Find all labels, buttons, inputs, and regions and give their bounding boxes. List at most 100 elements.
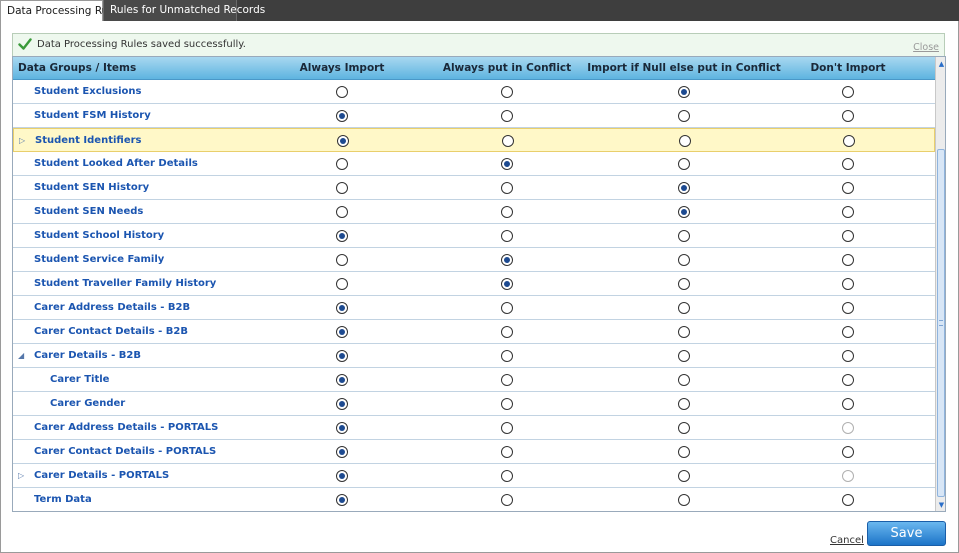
table-row[interactable]: Student Service Family bbox=[13, 248, 935, 272]
cancel-link[interactable]: Cancel bbox=[830, 535, 864, 546]
radio-dont-import[interactable] bbox=[842, 182, 854, 194]
radio-always-conflict[interactable] bbox=[502, 135, 514, 147]
radio-dont-import[interactable] bbox=[842, 446, 854, 458]
radio-import-if-null[interactable] bbox=[678, 110, 690, 122]
radio-always-conflict[interactable] bbox=[501, 398, 513, 410]
expand-arrow-icon[interactable]: ▷ bbox=[19, 136, 25, 146]
table-row[interactable]: ▷ Carer Details - PORTALS bbox=[13, 464, 935, 488]
radio-always-conflict[interactable] bbox=[501, 206, 513, 218]
radio-always-import[interactable] bbox=[336, 302, 348, 314]
radio-always-import[interactable] bbox=[336, 86, 348, 98]
radio-always-conflict[interactable] bbox=[501, 110, 513, 122]
radio-dont-import[interactable] bbox=[842, 230, 854, 242]
radio-import-if-null[interactable] bbox=[678, 350, 690, 362]
tab-data-processing-rules[interactable]: Data Processing Rules bbox=[0, 0, 123, 21]
table-row[interactable]: Carer Title bbox=[13, 368, 935, 392]
radio-always-import[interactable] bbox=[336, 254, 348, 266]
radio-always-conflict[interactable] bbox=[501, 278, 513, 290]
radio-import-if-null[interactable] bbox=[679, 135, 691, 147]
radio-import-if-null[interactable] bbox=[678, 206, 690, 218]
table-row[interactable]: Student Exclusions bbox=[13, 80, 935, 104]
table-row[interactable]: Student School History bbox=[13, 224, 935, 248]
radio-always-conflict[interactable] bbox=[501, 158, 513, 170]
scroll-up-arrow-icon[interactable]: ▲ bbox=[937, 59, 945, 69]
radio-always-import[interactable] bbox=[336, 230, 348, 242]
table-row[interactable]: Student SEN History bbox=[13, 176, 935, 200]
radio-dont-import[interactable] bbox=[842, 86, 854, 98]
table-row[interactable]: Carer Contact Details - B2B bbox=[13, 320, 935, 344]
radio-dont-import[interactable] bbox=[842, 278, 854, 290]
radio-import-if-null[interactable] bbox=[678, 422, 690, 434]
table-row[interactable]: Carer Contact Details - PORTALS bbox=[13, 440, 935, 464]
table-row[interactable]: ▷ Student Identifiers bbox=[13, 128, 935, 152]
radio-dont-import[interactable] bbox=[842, 158, 854, 170]
scroll-down-arrow-icon[interactable]: ▼ bbox=[937, 500, 945, 510]
radio-always-conflict[interactable] bbox=[501, 374, 513, 386]
expand-arrow-icon[interactable]: ▷ bbox=[18, 471, 24, 481]
table-row[interactable]: ◢ Carer Details - B2B bbox=[13, 344, 935, 368]
radio-import-if-null[interactable] bbox=[678, 446, 690, 458]
radio-dont-import[interactable] bbox=[842, 494, 854, 506]
radio-dont-import[interactable] bbox=[842, 350, 854, 362]
radio-import-if-null[interactable] bbox=[678, 230, 690, 242]
radio-always-import[interactable] bbox=[336, 374, 348, 386]
radio-always-conflict[interactable] bbox=[501, 182, 513, 194]
radio-always-import[interactable] bbox=[336, 278, 348, 290]
radio-always-conflict[interactable] bbox=[501, 326, 513, 338]
radio-import-if-null[interactable] bbox=[678, 278, 690, 290]
table-row[interactable]: Student Looked After Details bbox=[13, 152, 935, 176]
radio-import-if-null[interactable] bbox=[678, 302, 690, 314]
table-row[interactable]: Carer Address Details - B2B bbox=[13, 296, 935, 320]
tab-rules-unmatched-records[interactable]: Rules for Unmatched Records bbox=[103, 0, 265, 21]
table-row[interactable]: Student SEN Needs bbox=[13, 200, 935, 224]
radio-always-import[interactable] bbox=[336, 326, 348, 338]
radio-always-import[interactable] bbox=[336, 182, 348, 194]
radio-always-conflict[interactable] bbox=[501, 446, 513, 458]
radio-always-import[interactable] bbox=[336, 158, 348, 170]
radio-dont-import[interactable] bbox=[842, 326, 854, 338]
table-row[interactable]: Carer Gender bbox=[13, 392, 935, 416]
radio-dont-import[interactable] bbox=[843, 135, 855, 147]
radio-import-if-null[interactable] bbox=[678, 326, 690, 338]
table-row[interactable]: Term Data bbox=[13, 488, 935, 511]
radio-always-conflict[interactable] bbox=[501, 422, 513, 434]
radio-always-import[interactable] bbox=[336, 446, 348, 458]
table-row[interactable]: Carer Address Details - PORTALS bbox=[13, 416, 935, 440]
radio-dont-import[interactable] bbox=[842, 470, 854, 482]
radio-always-conflict[interactable] bbox=[501, 494, 513, 506]
radio-always-import[interactable] bbox=[336, 350, 348, 362]
radio-import-if-null[interactable] bbox=[678, 494, 690, 506]
radio-always-import[interactable] bbox=[336, 398, 348, 410]
radio-dont-import[interactable] bbox=[842, 374, 854, 386]
radio-always-conflict[interactable] bbox=[501, 470, 513, 482]
radio-always-import[interactable] bbox=[336, 206, 348, 218]
radio-dont-import[interactable] bbox=[842, 422, 854, 434]
table-row[interactable]: Student FSM History bbox=[13, 104, 935, 128]
radio-dont-import[interactable] bbox=[842, 398, 854, 410]
radio-import-if-null[interactable] bbox=[678, 86, 690, 98]
collapse-arrow-icon[interactable]: ◢ bbox=[18, 351, 24, 361]
radio-always-import[interactable] bbox=[336, 110, 348, 122]
table-row[interactable]: Student Traveller Family History bbox=[13, 272, 935, 296]
save-button[interactable]: Save bbox=[867, 521, 946, 546]
radio-always-conflict[interactable] bbox=[501, 254, 513, 266]
radio-always-conflict[interactable] bbox=[501, 86, 513, 98]
vertical-scrollbar[interactable]: ▲ ▼ bbox=[935, 57, 945, 511]
radio-always-import[interactable] bbox=[336, 422, 348, 434]
radio-always-import[interactable] bbox=[337, 135, 349, 147]
radio-always-conflict[interactable] bbox=[501, 302, 513, 314]
radio-import-if-null[interactable] bbox=[678, 470, 690, 482]
radio-always-conflict[interactable] bbox=[501, 230, 513, 242]
radio-dont-import[interactable] bbox=[842, 254, 854, 266]
close-message-link[interactable]: Close bbox=[913, 42, 939, 53]
radio-dont-import[interactable] bbox=[842, 206, 854, 218]
radio-dont-import[interactable] bbox=[842, 110, 854, 122]
radio-dont-import[interactable] bbox=[842, 302, 854, 314]
radio-import-if-null[interactable] bbox=[678, 398, 690, 410]
radio-always-import[interactable] bbox=[336, 494, 348, 506]
radio-always-conflict[interactable] bbox=[501, 350, 513, 362]
scrollbar-thumb[interactable] bbox=[937, 149, 945, 497]
radio-import-if-null[interactable] bbox=[678, 374, 690, 386]
radio-import-if-null[interactable] bbox=[678, 254, 690, 266]
radio-always-import[interactable] bbox=[336, 470, 348, 482]
